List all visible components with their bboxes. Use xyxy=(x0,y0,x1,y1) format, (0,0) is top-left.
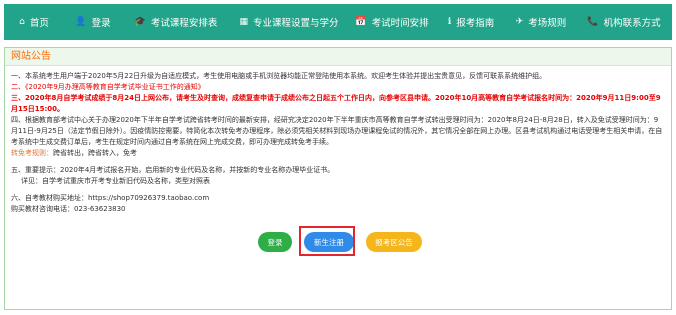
notice-item-2[interactable]: 二、《2020年9月办理高等教育自学考试毕业证书工作的通知》 xyxy=(11,82,665,93)
notice-item-1: 一、本系统考生用户端于2020年5月22日升级为自适应模式，考生使用电脑或手机浏… xyxy=(11,72,547,80)
nav-label: 首页 xyxy=(29,18,49,29)
nav-label: 报考指南 xyxy=(456,18,495,29)
calendar-icon: 📅 xyxy=(355,16,367,27)
nav-label: 登录 xyxy=(91,18,111,29)
nav-guide[interactable]: ℹ 报考指南 xyxy=(436,4,506,40)
phone-icon: 📞 xyxy=(587,16,599,27)
home-icon: ⌂ xyxy=(19,16,25,27)
nav-label: 考试课程安排表 xyxy=(150,18,218,29)
top-nav: ⌂ 首页 👤 登录 🎓 考试课程安排表 ▦ 专业课程设置与学分 📅 考试时间安排 ℹ 报考指… xyxy=(4,4,672,40)
notice-item-6: 五、重要提示：2020年4月考试报名开始，启用新的专业代码及名称，并按新的专业名… xyxy=(11,166,335,174)
nav-contact[interactable]: 📞 机构联系方式 xyxy=(576,4,672,40)
nav-label: 考试时间安排 xyxy=(371,18,429,29)
transfer-rules-label: 转免考规则： xyxy=(11,149,53,157)
notice-panel: 网站公告 一、本系统考生用户端于2020年5月22日升级为自适应模式，考生使用电… xyxy=(4,47,672,310)
notice-title: 网站公告 xyxy=(5,48,671,66)
plane-icon: ✈ xyxy=(515,16,524,27)
user-icon: 👤 xyxy=(75,16,87,27)
transfer-rules-value[interactable]: 跨省转出，跨省转入，免考 xyxy=(53,149,137,157)
nav-home[interactable]: ⌂ 首页 xyxy=(4,4,64,40)
nav-exam-rules[interactable]: ✈ 考场规则 xyxy=(506,4,576,40)
nav-label: 考场规则 xyxy=(528,18,567,29)
register-button[interactable]: 新生注册 xyxy=(304,232,354,252)
nav-label: 机构联系方式 xyxy=(603,18,661,29)
nav-major-courses[interactable]: ▦ 专业课程设置与学分 xyxy=(230,4,348,40)
graduation-cap-icon: 🎓 xyxy=(134,16,146,27)
exam-notice-button[interactable]: 报考区公告 xyxy=(366,232,422,252)
nav-login[interactable]: 👤 登录 xyxy=(64,4,122,40)
notice-item-9: 购买教材咨询电话：023-63623830 xyxy=(11,205,126,213)
action-buttons: 登录 新生注册 报考区公告 xyxy=(258,232,422,252)
table-icon: ▦ xyxy=(239,16,248,27)
nav-label: 专业课程设置与学分 xyxy=(253,18,339,29)
notice-item-7[interactable]: 详见：自学考试重庆市开考专业新旧代码及名称，类型对照表 xyxy=(11,176,665,187)
nav-exam-time[interactable]: 📅 考试时间安排 xyxy=(348,4,436,40)
nav-course-schedule[interactable]: 🎓 考试课程安排表 xyxy=(122,4,230,40)
notice-content: 一、本系统考生用户端于2020年5月22日升级为自适应模式，考生使用电脑或手机浏… xyxy=(5,66,671,215)
notice-item-3: 三、2020年8月自学考试成绩于8月24日上网公布，请考生及时查询，成绩复查申请… xyxy=(11,94,661,113)
notice-item-8[interactable]: 六、自考教材购买地址：https://shop70926379.taobao.c… xyxy=(11,193,665,204)
notice-item-4: 四、根据教育部考试中心关于办理2020年下半年自学考试跨省转考时间的最新安排，经… xyxy=(11,116,663,146)
info-icon: ℹ xyxy=(447,16,452,27)
login-button[interactable]: 登录 xyxy=(258,232,292,252)
notice-item-5: 转免考规则：跨省转出，跨省转入，免考 xyxy=(11,148,665,159)
